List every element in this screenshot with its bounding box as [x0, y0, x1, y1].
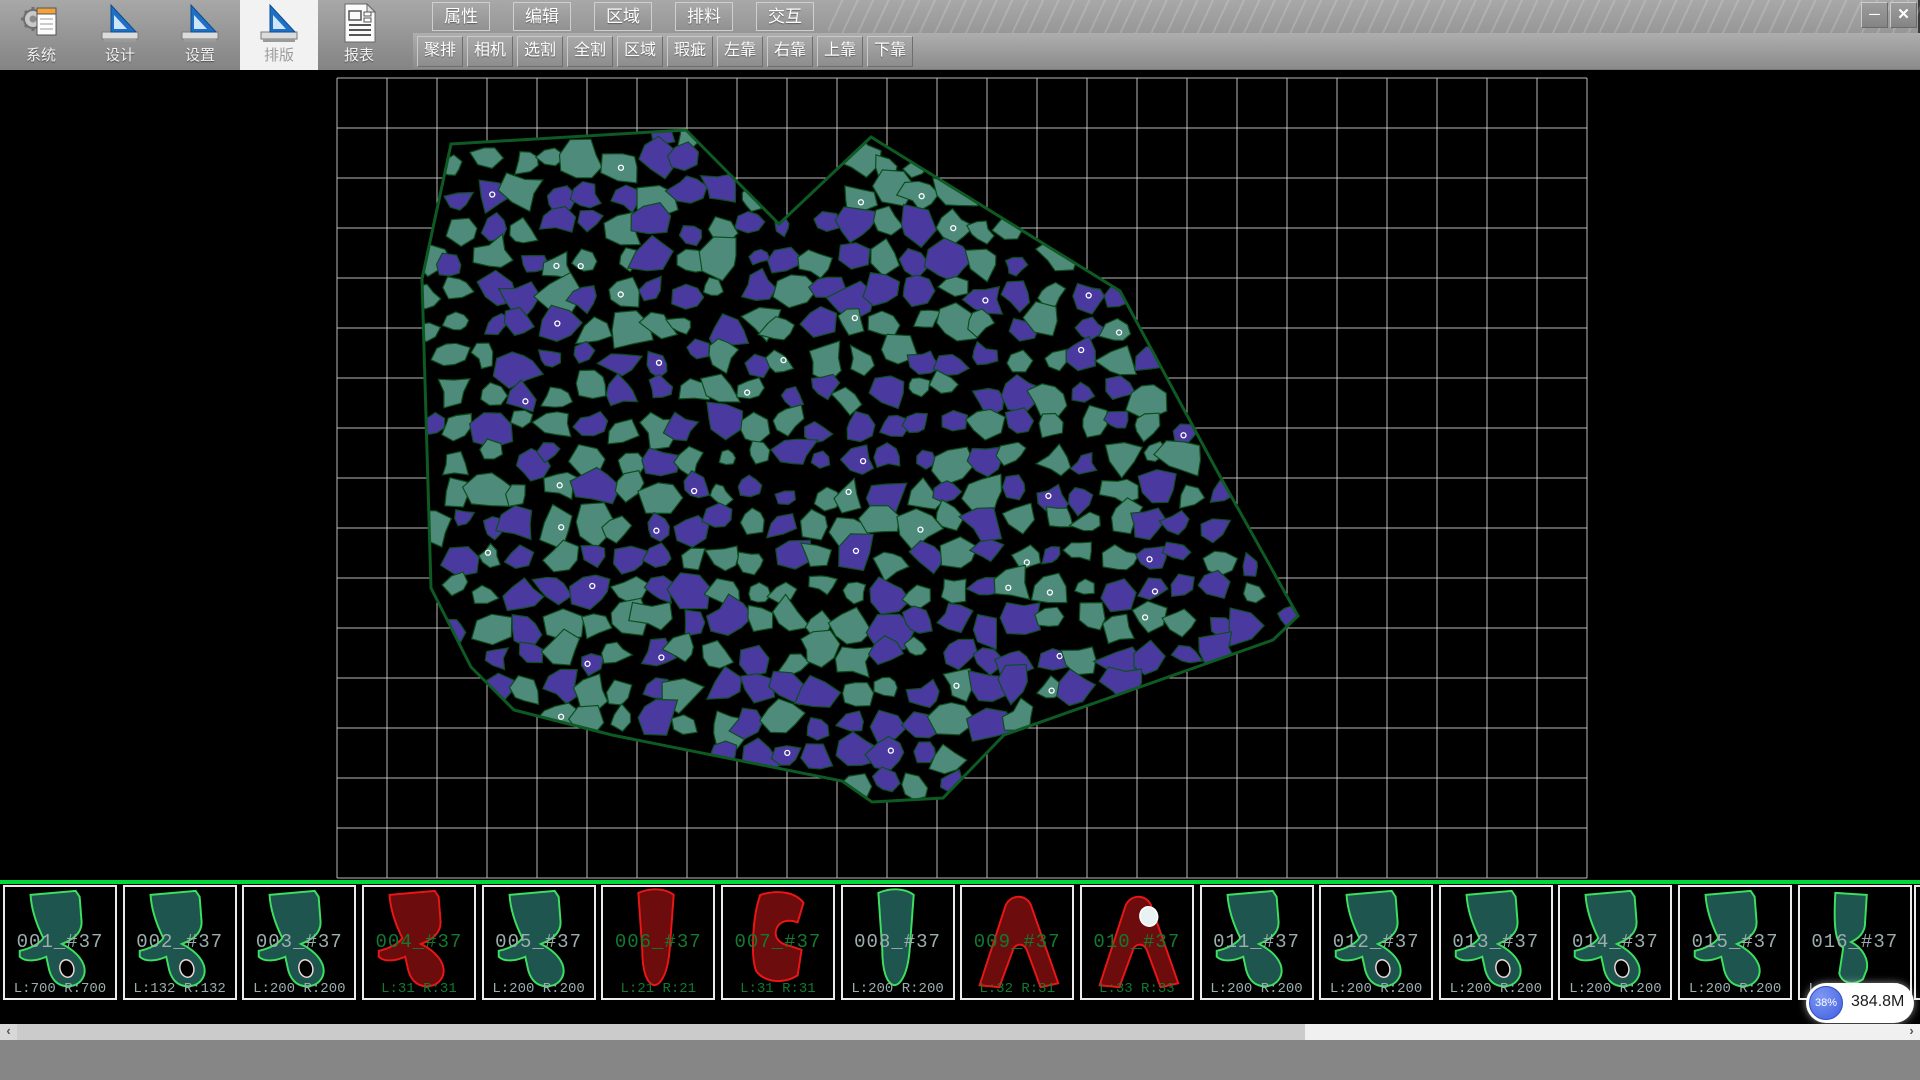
piece-id-label: 012_#37	[1321, 931, 1431, 953]
piece-id-label: 003_#37	[244, 931, 354, 953]
close-button[interactable]: ✕	[1890, 2, 1917, 28]
piece-lr-label: L:31 R:31	[364, 981, 474, 997]
window-footer	[0, 1040, 1920, 1080]
piece-lr-label: L:31 R:31	[723, 981, 833, 997]
nav-report-button[interactable]: 报表	[320, 0, 398, 70]
set-square-icon	[178, 3, 222, 43]
piece-lr-label: L:200 R:200	[843, 981, 953, 997]
piece-lr-label: L:200 R:200	[1560, 981, 1670, 997]
thumbnail-008[interactable]: 008_#37 L:200 R:200	[841, 885, 955, 1000]
piece-id-label: 010_#37	[1082, 931, 1192, 953]
thumbnail-partial[interactable]	[1914, 885, 1920, 1000]
piece-lr-label: L:700 R:700	[5, 981, 115, 997]
btn-cluster-nest[interactable]: 聚排	[417, 36, 463, 67]
btn-select-cut[interactable]: 选割	[517, 36, 563, 67]
thumbnail-009[interactable]: 009_#37 L:32 R:31	[960, 885, 1074, 1000]
nav-design-button[interactable]: 设计	[81, 0, 159, 70]
piece-lr-label: L:200 R:200	[1680, 981, 1790, 997]
thumbnail-006[interactable]: 006_#37 L:21 R:21	[601, 885, 715, 1000]
piece-lr-label: L:32 R:31	[962, 981, 1072, 997]
piece-lr-label: L:33 R:33	[1082, 981, 1192, 997]
btn-align-bottom[interactable]: 下靠	[867, 36, 913, 67]
nav-settings-button[interactable]: 设置	[161, 0, 239, 70]
thumbnail-014[interactable]: 014_#37 L:200 R:200	[1558, 885, 1672, 1000]
piece-id-label: 007_#37	[723, 931, 833, 953]
set-square-icon	[257, 3, 301, 43]
tab-properties[interactable]: 属性	[432, 2, 490, 31]
thumbnail-003[interactable]: 003_#37 L:200 R:200	[242, 885, 356, 1000]
piece-id-label: 008_#37	[843, 931, 953, 953]
tab-region[interactable]: 区域	[594, 2, 652, 31]
nav-report-label: 报表	[320, 44, 398, 65]
thumbnail-004[interactable]: 004_#37 L:31 R:31	[362, 885, 476, 1000]
memory-badge: 38% 384.8M	[1806, 983, 1914, 1023]
nesting-canvas[interactable]	[0, 70, 1920, 884]
gear-doc-icon	[19, 3, 63, 43]
piece-lr-label: L:200 R:200	[484, 981, 594, 997]
tab-interact[interactable]: 交互	[756, 2, 814, 31]
btn-align-left[interactable]: 左靠	[717, 36, 763, 67]
piece-id-label: 016_#37	[1800, 931, 1910, 953]
scroll-left-button[interactable]: ‹	[0, 1024, 17, 1040]
memory-value: 384.8M	[1851, 993, 1904, 1011]
thumbnail-005[interactable]: 005_#37 L:200 R:200	[482, 885, 596, 1000]
thumbnail-015[interactable]: 015_#37 L:200 R:200	[1678, 885, 1792, 1000]
piece-id-label: 013_#37	[1441, 931, 1551, 953]
thumbnail-007[interactable]: 007_#37 L:31 R:31	[721, 885, 835, 1000]
piece-shape	[1916, 887, 1920, 997]
piece-id-label: 011_#37	[1202, 931, 1312, 953]
btn-align-top[interactable]: 上靠	[817, 36, 863, 67]
thumbnail-013[interactable]: 013_#37 L:200 R:200	[1439, 885, 1553, 1000]
piece-id-label: 015_#37	[1680, 931, 1790, 953]
nav-system-button[interactable]: 系统	[2, 0, 80, 70]
scrollbar-thumb[interactable]	[17, 1024, 1305, 1040]
piece-id-label: 005_#37	[484, 931, 594, 953]
minimize-button[interactable]: ─	[1861, 2, 1888, 28]
btn-defect[interactable]: 瑕疵	[667, 36, 713, 67]
thumbnail-011[interactable]: 011_#37 L:200 R:200	[1200, 885, 1314, 1000]
set-square-icon	[98, 3, 142, 43]
tab-nesting[interactable]: 排料	[675, 2, 733, 31]
piece-lr-label: L:200 R:200	[1441, 981, 1551, 997]
thumbnail-010[interactable]: 010_#37 L:33 R:33	[1080, 885, 1194, 1000]
piece-id-label: 009_#37	[962, 931, 1072, 953]
thumbnail-scrollbar: ‹ ›	[0, 1024, 1920, 1040]
tab-edit[interactable]: 编辑	[513, 2, 571, 31]
btn-region[interactable]: 区域	[617, 36, 663, 67]
piece-lr-label: L:21 R:21	[603, 981, 713, 997]
piece-lr-label: L:200 R:200	[1202, 981, 1312, 997]
titlebar-texture	[828, 0, 1920, 33]
piece-lr-label: L:200 R:200	[1321, 981, 1431, 997]
progress-circle-icon: 38%	[1809, 986, 1843, 1020]
piece-lr-label: L:200 R:200	[244, 981, 354, 997]
report-doc-icon	[337, 3, 381, 43]
btn-align-right[interactable]: 右靠	[767, 36, 813, 67]
nav-settings-label: 设置	[161, 44, 239, 65]
piece-id-label: 006_#37	[603, 931, 713, 953]
nav-layout-button[interactable]: 排版	[240, 0, 318, 70]
btn-cut-all[interactable]: 全割	[567, 36, 613, 67]
header-bar: 系统设计设置排版报表 属性编辑区域排料交互 聚排相机选割全割区域瑕疵左靠右靠上靠…	[0, 0, 1920, 70]
piece-id-label: 004_#37	[364, 931, 474, 953]
nav-system-label: 系统	[2, 44, 80, 65]
piece-thumbnail-strip: 001_#37 L:700 R:700 002_#37 L:132 R:132 003_…	[0, 884, 1920, 1004]
nav-layout-label: 排版	[240, 44, 318, 65]
scroll-right-button[interactable]: ›	[1903, 1024, 1920, 1040]
piece-id-label: 002_#37	[125, 931, 235, 953]
thumbnail-001[interactable]: 001_#37 L:700 R:700	[3, 885, 117, 1000]
btn-camera[interactable]: 相机	[467, 36, 513, 67]
nav-design-label: 设计	[81, 44, 159, 65]
piece-lr-label: L:132 R:132	[125, 981, 235, 997]
thumbnail-012[interactable]: 012_#37 L:200 R:200	[1319, 885, 1433, 1000]
thumbnail-002[interactable]: 002_#37 L:132 R:132	[123, 885, 237, 1000]
piece-id-label: 014_#37	[1560, 931, 1670, 953]
piece-id-label: 001_#37	[5, 931, 115, 953]
